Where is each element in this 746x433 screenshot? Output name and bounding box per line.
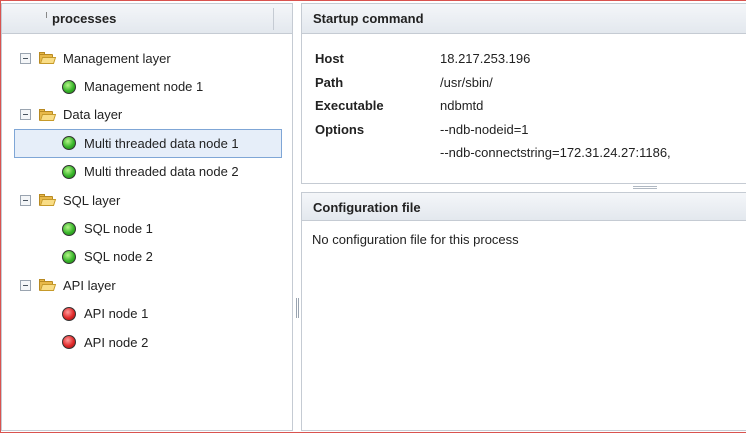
horizontal-splitter-grip-icon[interactable] bbox=[633, 186, 657, 187]
processes-panel: processes Management layer Management nod… bbox=[1, 3, 293, 431]
startup-key-label: Path bbox=[315, 74, 344, 90]
status-running-icon bbox=[62, 221, 76, 236]
startup-command-panel: Startup command Host 18.217.253.196 Path/u… bbox=[301, 3, 746, 184]
tree-item-label: API node 2 bbox=[84, 334, 149, 350]
startup-command-row: Path/usr/sbin/ bbox=[315, 71, 671, 95]
splitter-grip-icon[interactable] bbox=[298, 298, 299, 318]
tree-item-label: SQL node 2 bbox=[84, 249, 153, 265]
splitter-grip-icon[interactable] bbox=[296, 298, 297, 318]
collapse-icon[interactable] bbox=[20, 194, 31, 206]
column-resize-icon[interactable] bbox=[46, 12, 47, 18]
tree-item-label: SQL layer bbox=[63, 192, 121, 208]
collapse-icon[interactable] bbox=[20, 109, 31, 121]
configuration-file-header: Configuration file bbox=[302, 193, 746, 221]
status-running-icon bbox=[62, 164, 76, 179]
tree-node-item[interactable]: API node 2 bbox=[2, 328, 292, 356]
status-stopped-icon bbox=[62, 335, 76, 350]
vertical-splitter[interactable] bbox=[294, 3, 300, 431]
startup-command-details: Host 18.217.253.196 Path/usr/sbin/Executab… bbox=[315, 47, 671, 165]
startup-value-text: 18.217.253.196 bbox=[440, 51, 531, 67]
startup-command-row: Options --ndb-nodeid=1 bbox=[315, 118, 671, 142]
configuration-file-title: Configuration file bbox=[313, 200, 421, 215]
collapse-icon[interactable] bbox=[20, 52, 31, 64]
folder-open-icon bbox=[39, 108, 57, 121]
tree-node-item[interactable]: Management node 1 bbox=[2, 72, 292, 100]
startup-command-row: Executable ndbmtd bbox=[315, 94, 671, 118]
configuration-file-panel: Configuration file No configuration file… bbox=[301, 192, 746, 431]
startup-command-title: Startup command bbox=[313, 11, 424, 26]
startup-value-text: /usr/sbin/ bbox=[440, 74, 493, 90]
tree-layer-item[interactable]: SQL layer bbox=[2, 186, 292, 214]
status-running-icon bbox=[62, 136, 76, 151]
tree-layer-item[interactable]: Management layer bbox=[2, 44, 292, 72]
tree-node-item[interactable]: SQL node 1 bbox=[2, 214, 292, 242]
startup-key-label: Executable bbox=[315, 98, 384, 114]
tree-node-item[interactable]: Multi threaded data node 2 bbox=[2, 158, 292, 186]
tree-node-item-selected[interactable]: Multi threaded data node 1 bbox=[14, 129, 282, 158]
processes-panel-title: processes bbox=[52, 11, 117, 26]
startup-command-row: --ndb-connectstring=172.31.24.27:1186, bbox=[315, 141, 671, 165]
configuration-file-message: No configuration file for this process bbox=[312, 232, 519, 247]
tree-item-label: Data layer bbox=[63, 107, 123, 123]
process-tree: Management layer Management node 1 Data la… bbox=[2, 34, 292, 356]
tree-node-item[interactable]: API node 1 bbox=[2, 300, 292, 328]
startup-value-text: ndbmtd bbox=[440, 98, 484, 114]
tree-item-label: Management layer bbox=[63, 50, 171, 66]
folder-open-icon bbox=[39, 52, 57, 65]
startup-command-row: Host 18.217.253.196 bbox=[315, 47, 671, 71]
startup-key-label: Options bbox=[315, 121, 365, 137]
tree-node-item[interactable]: SQL node 2 bbox=[2, 243, 292, 271]
tree-layer-item[interactable]: API layer bbox=[2, 271, 292, 299]
status-stopped-icon bbox=[62, 306, 76, 321]
tree-item-label: API node 1 bbox=[84, 306, 149, 322]
startup-value-text: --ndb-nodeid=1 bbox=[440, 121, 529, 137]
status-running-icon bbox=[62, 249, 76, 264]
collapse-icon[interactable] bbox=[20, 279, 31, 291]
startup-value-text: --ndb-connectstring=172.31.24.27:1186, bbox=[440, 145, 671, 161]
tree-item-label: SQL node 1 bbox=[84, 221, 153, 237]
horizontal-splitter-grip-icon[interactable] bbox=[633, 188, 657, 189]
tree-item-label: Management node 1 bbox=[84, 79, 204, 95]
tree-item-label: Multi threaded data node 2 bbox=[84, 164, 239, 180]
processes-panel-header[interactable]: processes bbox=[2, 4, 292, 34]
folder-open-icon bbox=[39, 279, 57, 292]
tree-layer-item[interactable]: Data layer bbox=[2, 101, 292, 129]
startup-key-label: Host bbox=[315, 51, 344, 67]
startup-command-header: Startup command bbox=[302, 4, 746, 34]
tree-item-label: API layer bbox=[63, 277, 116, 293]
folder-open-icon bbox=[39, 194, 57, 207]
header-divider bbox=[273, 8, 274, 30]
status-running-icon bbox=[62, 79, 76, 94]
tree-item-label: Multi threaded data node 1 bbox=[84, 135, 239, 151]
